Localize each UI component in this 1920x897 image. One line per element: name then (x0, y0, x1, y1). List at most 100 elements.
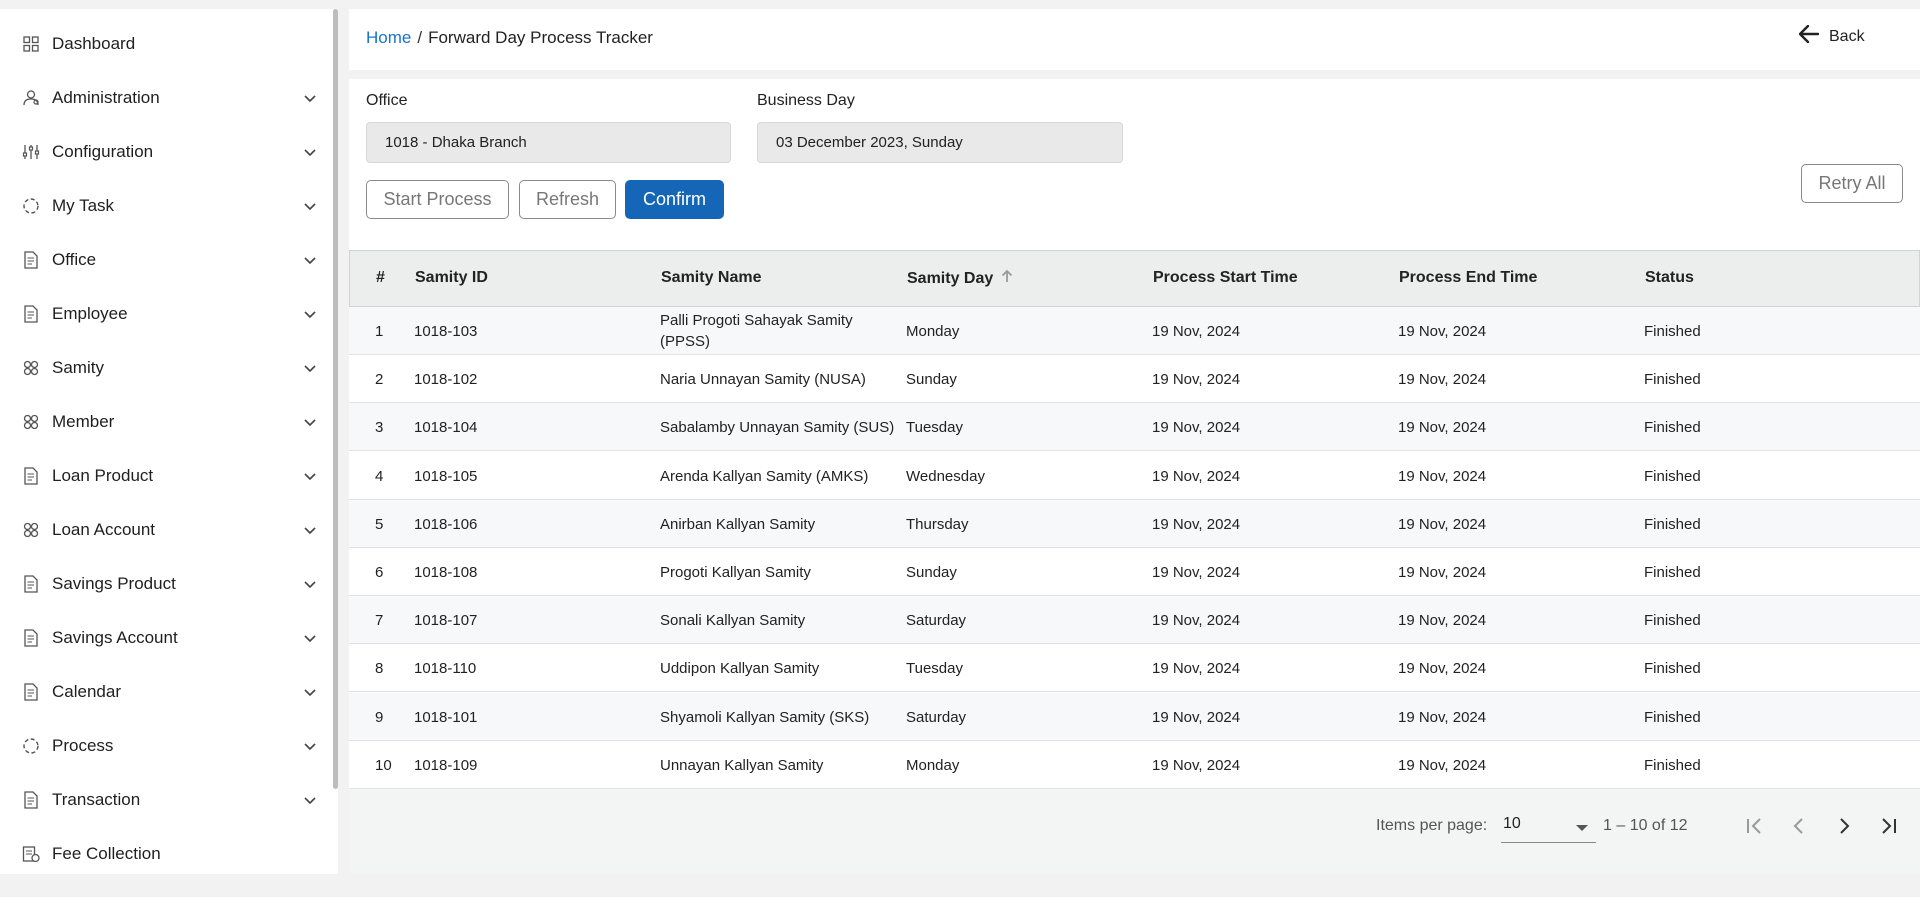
cell-process-end-time: 19 Nov, 2024 (1398, 660, 1487, 678)
cell-samity-name: Arenda Kallyan Samity (AMKS) (660, 467, 869, 485)
back-button[interactable]: Back (1798, 24, 1865, 48)
cell-process-end-time: 19 Nov, 2024 (1398, 612, 1487, 630)
sidebar-item-administration[interactable]: Administration (0, 78, 330, 118)
top-bar: Home / Forward Day Process Tracker Back (349, 9, 1920, 70)
breadcrumb-home-link[interactable]: Home (366, 28, 411, 48)
cell-samity-day: Thursday (906, 515, 969, 533)
cell-process-start-time: 19 Nov, 2024 (1152, 564, 1241, 581)
group-icon (22, 521, 40, 539)
first-page-button[interactable] (1740, 813, 1770, 843)
chevron-down-icon[interactable] (302, 360, 318, 376)
sidebar-item-loan-account[interactable]: Loan Account (0, 510, 330, 550)
cell-process-end-time: 19 Nov, 2024 (1398, 756, 1487, 774)
chevron-down-icon[interactable] (302, 414, 318, 430)
table-row[interactable]: 7 1018-107 Sonali Kallyan Samity Saturday 19… (349, 596, 1920, 645)
sidebar-item-samity[interactable]: Samity (0, 348, 330, 388)
table-row[interactable]: 10 1018-109 Unnayan Kallyan Samity Monday 19… (349, 740, 1920, 789)
column-header-samity-id[interactable]: Samity ID (415, 269, 488, 287)
sidebar-item-label: Loan Product (52, 466, 154, 485)
table-row[interactable]: 9 1018-101 Shyamoli Kallyan Samity (SKS) Sa… (349, 692, 1920, 741)
column-header-samity-name[interactable]: Samity Name (661, 269, 762, 287)
retry-all-button[interactable]: Retry All (1801, 164, 1903, 203)
previous-page-button[interactable] (1784, 813, 1814, 843)
cell-samity-name: Naria Unnayan Samity (NUSA) (660, 371, 866, 389)
cell-process-start-time: 19 Nov, 2024 (1152, 467, 1241, 485)
cell-number: 10 (375, 756, 392, 774)
sort-arrow-up-icon (1001, 269, 1013, 288)
document-icon (22, 791, 40, 809)
column-header-number[interactable]: # (376, 269, 385, 287)
chevron-down-icon[interactable] (302, 684, 318, 700)
table-row[interactable]: 4 1018-105 Arenda Kallyan Samity (AMKS) Wed… (349, 451, 1920, 500)
refresh-button[interactable]: Refresh (519, 180, 616, 219)
cell-samity-name: Uddipon Kallyan Samity (660, 660, 820, 678)
cell-process-start-time: 19 Nov, 2024 (1152, 612, 1241, 630)
chevron-down-icon[interactable] (302, 198, 318, 214)
table-row[interactable]: 3 1018-104 Sabalamby Unnayan Samity (SUS) T… (349, 403, 1920, 452)
cell-process-start-time: 19 Nov, 2024 (1152, 419, 1241, 437)
chevron-down-icon[interactable] (302, 576, 318, 592)
sidebar-item-savings-account[interactable]: Savings Account (0, 618, 330, 658)
table-row[interactable]: 5 1018-106 Anirban Kallyan Samity Thursday 1… (349, 499, 1920, 548)
cell-samity-name: Sonali Kallyan Samity (660, 612, 806, 630)
sidebar-item-employee[interactable]: Employee (0, 294, 330, 334)
office-field[interactable]: 1018 - Dhaka Branch (366, 122, 731, 163)
chevron-down-icon[interactable] (302, 738, 318, 754)
table-row[interactable]: 1 1018-103 Palli Progoti Sahayak Samity (P… (349, 307, 1920, 355)
sidebar-item-loan-product[interactable]: Loan Product (0, 456, 330, 496)
next-page-button[interactable] (1829, 813, 1859, 843)
column-header-samity-day[interactable]: Samity Day (907, 269, 1013, 288)
cell-process-end-time: 19 Nov, 2024 (1398, 419, 1487, 437)
cell-process-end-time: 19 Nov, 2024 (1398, 515, 1487, 533)
sidebar-item-savings-product[interactable]: Savings Product (0, 564, 330, 604)
page-range-label: 1 – 10 of 12 (1603, 817, 1688, 834)
sidebar-item-label: Fee Collection (52, 844, 161, 863)
sidebar-item-label: Employee (52, 304, 128, 323)
chevron-down-icon[interactable] (302, 90, 318, 106)
column-header-process-end-time[interactable]: Process End Time (1399, 269, 1537, 287)
cell-number: 8 (375, 660, 384, 678)
sidebar-item-label: Transaction (52, 790, 141, 809)
items-per-page-select[interactable]: 10 (1501, 815, 1596, 843)
table-row[interactable]: 6 1018-108 Progoti Kallyan Samity Sunday 19 … (349, 548, 1920, 596)
sidebar-item-calendar[interactable]: Calendar (0, 672, 330, 712)
cell-status: Finished (1644, 419, 1701, 437)
chevron-down-icon[interactable] (302, 468, 318, 484)
cell-samity-id: 1018-107 (414, 612, 478, 630)
sidebar-item-fee-collection[interactable]: Fee Collection (0, 834, 330, 874)
last-page-button[interactable] (1873, 813, 1903, 843)
cell-samity-id: 1018-101 (414, 708, 478, 726)
cell-status: Finished (1644, 323, 1701, 340)
sidebar-item-transaction[interactable]: Transaction (0, 780, 330, 820)
sidebar-item-my-task[interactable]: My Task (0, 186, 330, 226)
table-row[interactable]: 8 1018-110 Uddipon Kallyan Samity Tuesday 19… (349, 644, 1920, 693)
sidebar-item-process[interactable]: Process (0, 726, 330, 766)
chevron-down-icon[interactable] (302, 522, 318, 538)
document-icon (22, 629, 40, 647)
cell-number: 9 (375, 708, 384, 726)
group-icon (22, 359, 40, 377)
cell-status: Finished (1644, 756, 1701, 774)
chevron-down-icon[interactable] (302, 306, 318, 322)
chevron-down-icon[interactable] (302, 792, 318, 808)
business-day-field[interactable]: 03 December 2023, Sunday (757, 122, 1123, 163)
chevron-down-icon[interactable] (302, 630, 318, 646)
table-row[interactable]: 2 1018-102 Naria Unnayan Samity (NUSA) Sund… (349, 355, 1920, 404)
confirm-button[interactable]: Confirm (625, 180, 724, 219)
column-header-status[interactable]: Status (1645, 269, 1694, 287)
sidebar-item-member[interactable]: Member (0, 402, 330, 442)
chevron-down-icon[interactable] (302, 144, 318, 160)
sidebar-item-office[interactable]: Office (0, 240, 330, 280)
sidebar-item-label: Office (52, 250, 97, 269)
chevron-down-icon[interactable] (302, 252, 318, 268)
column-header-process-start-time[interactable]: Process Start Time (1153, 269, 1298, 287)
sidebar-item-configuration[interactable]: Configuration (0, 132, 330, 172)
cell-process-start-time: 19 Nov, 2024 (1152, 371, 1241, 389)
start-process-button[interactable]: Start Process (366, 180, 509, 219)
sidebar-scrollbar[interactable] (333, 9, 338, 789)
sidebar-item-dashboard[interactable]: Dashboard (0, 24, 330, 64)
first-page-icon (1745, 817, 1765, 840)
cell-number: 4 (375, 467, 384, 485)
cell-process-start-time: 19 Nov, 2024 (1152, 708, 1241, 726)
cell-status: Finished (1644, 467, 1701, 485)
